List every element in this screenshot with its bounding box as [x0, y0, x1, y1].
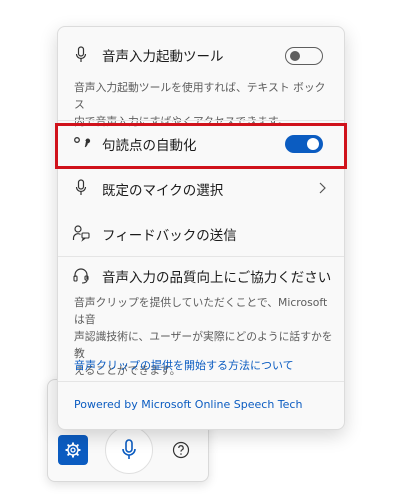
headset-icon	[71, 265, 91, 285]
help-icon	[172, 441, 190, 459]
default-mic-label: 既定のマイクの選択	[102, 183, 224, 199]
voice-launcher-label: 音声入力起動ツール	[102, 49, 224, 65]
microphone-icon	[72, 178, 90, 198]
feedback-row[interactable]: フィードバックの送信	[58, 213, 344, 253]
chevron-right-icon	[316, 180, 328, 196]
microphone-icon	[122, 439, 136, 459]
divider	[58, 120, 344, 121]
voice-clip-info-link[interactable]: 音声クリップの提供を開始する方法について	[74, 357, 294, 373]
divider	[58, 256, 344, 257]
feedback-label: フィードバックの送信	[102, 228, 237, 244]
voice-typing-settings-panel: 音声入力起動ツール 音声入力起動ツールを使用すれば、テキスト ボックス 内で音声…	[55, 26, 347, 430]
settings-button[interactable]	[58, 435, 88, 465]
default-mic-row[interactable]: 既定のマイクの選択	[58, 168, 344, 208]
improve-label: 音声入力の品質向上にご協力ください	[102, 270, 332, 286]
microphone-icon	[72, 45, 90, 65]
voice-launcher-row: 音声入力起動ツール	[58, 35, 344, 75]
help-button[interactable]	[170, 439, 192, 461]
highlight-box	[55, 123, 347, 169]
divider	[58, 381, 344, 382]
powered-by-link[interactable]: Powered by Microsoft Online Speech Tech	[74, 398, 302, 411]
improve-row: 音声入力の品質向上にご協力ください	[58, 259, 344, 291]
gear-icon	[65, 442, 81, 458]
microphone-button[interactable]	[105, 426, 153, 474]
feedback-icon	[71, 223, 91, 243]
voice-launcher-toggle[interactable]	[285, 47, 323, 65]
